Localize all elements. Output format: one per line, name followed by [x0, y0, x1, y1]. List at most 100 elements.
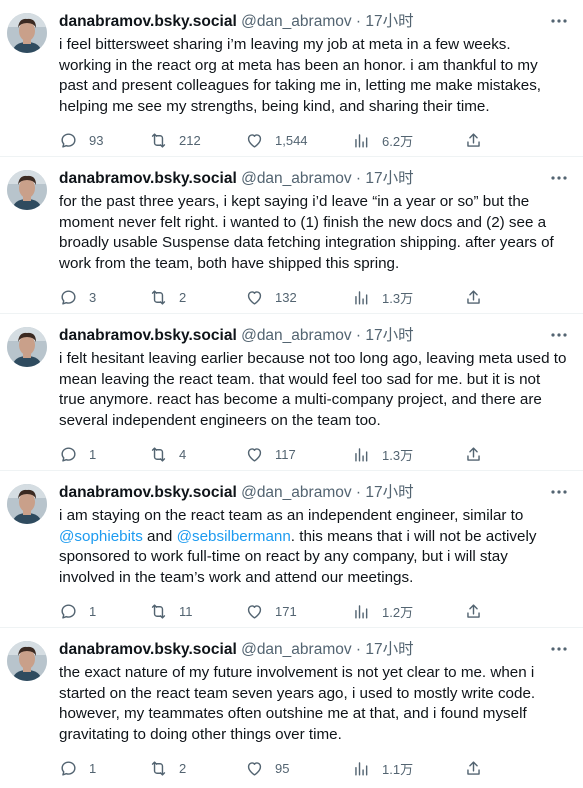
- like-button[interactable]: 95: [245, 758, 289, 778]
- user-handle[interactable]: @dan_abramov: [241, 327, 352, 344]
- tweet-text: the exact nature of my future involvemen…: [59, 663, 577, 745]
- reply-count: 93: [89, 132, 104, 148]
- avatar[interactable]: [7, 327, 47, 367]
- tweet-text-segment: the exact nature of my future involvemen…: [59, 664, 536, 743]
- tweet-text: for the past three years, i kept saying …: [59, 192, 577, 274]
- timestamp[interactable]: 17小时: [365, 170, 413, 187]
- retweet-count: 4: [179, 446, 187, 462]
- retweet-count: 212: [179, 132, 201, 148]
- user-handle[interactable]: @dan_abramov: [241, 484, 352, 501]
- reply-icon: [61, 446, 76, 462]
- reply-button[interactable]: 1: [59, 758, 96, 778]
- timestamp[interactable]: 17小时: [365, 13, 413, 30]
- tweet[interactable]: danabramov.bsky.social @dan_abramov · 17…: [0, 157, 583, 314]
- reply-count: 1: [89, 446, 97, 462]
- reply-button[interactable]: 3: [59, 287, 96, 307]
- retweet-button[interactable]: 11: [149, 601, 193, 621]
- more-dots-icon[interactable]: [549, 326, 569, 346]
- view-count: 6.2万: [382, 133, 414, 149]
- views-button[interactable]: 6.2万: [352, 130, 413, 150]
- tweet-header: danabramov.bsky.social @dan_abramov · 17…: [59, 325, 414, 347]
- tweet[interactable]: danabramov.bsky.social @dan_abramov · 17…: [0, 0, 583, 157]
- share-button[interactable]: [464, 758, 483, 778]
- like-count: 95: [275, 760, 290, 776]
- user-handle[interactable]: @dan_abramov: [241, 13, 352, 30]
- more-dots-icon[interactable]: [549, 12, 569, 32]
- view-count: 1.1万: [382, 761, 414, 777]
- timestamp[interactable]: 17小时: [365, 484, 413, 501]
- retweet-icon: [151, 289, 166, 305]
- tweet-text-segment: i am staying on the react team as an ind…: [59, 507, 524, 524]
- share-button[interactable]: [464, 444, 483, 464]
- tweet[interactable]: danabramov.bsky.social @dan_abramov · 17…: [0, 628, 583, 785]
- heart-icon: [247, 447, 262, 462]
- like-count: 132: [275, 289, 297, 305]
- share-icon: [467, 289, 480, 304]
- tweet[interactable]: danabramov.bsky.social @dan_abramov · 17…: [0, 471, 583, 628]
- display-name[interactable]: danabramov.bsky.social: [59, 641, 237, 658]
- avatar[interactable]: [7, 484, 47, 524]
- share-button[interactable]: [464, 601, 483, 621]
- display-name[interactable]: danabramov.bsky.social: [59, 484, 237, 501]
- timestamp[interactable]: 17小时: [365, 327, 413, 344]
- like-button[interactable]: 117: [245, 444, 296, 464]
- separator-dot: ·: [355, 327, 362, 344]
- timestamp[interactable]: 17小时: [365, 641, 413, 658]
- display-name[interactable]: danabramov.bsky.social: [59, 327, 237, 344]
- share-icon: [467, 760, 480, 775]
- tweet-actions: 3 2 132 1.3万: [59, 287, 489, 307]
- more-dots-icon[interactable]: [549, 483, 569, 503]
- reply-count: 1: [89, 603, 97, 619]
- tweet[interactable]: danabramov.bsky.social @dan_abramov · 17…: [0, 314, 583, 471]
- share-button[interactable]: [464, 130, 483, 150]
- reply-icon: [61, 603, 76, 619]
- retweet-icon: [151, 132, 166, 148]
- reply-icon: [61, 132, 76, 148]
- views-button[interactable]: 1.3万: [352, 287, 413, 307]
- tweet-text-segment: for the past three years, i kept saying …: [59, 193, 554, 272]
- retweet-icon: [151, 760, 166, 776]
- retweet-button[interactable]: 4: [149, 444, 186, 464]
- share-button[interactable]: [464, 287, 483, 307]
- more-dots-icon[interactable]: [549, 640, 569, 660]
- views-button[interactable]: 1.2万: [352, 601, 413, 621]
- tweet-header: danabramov.bsky.social @dan_abramov · 17…: [59, 482, 414, 504]
- display-name[interactable]: danabramov.bsky.social: [59, 170, 237, 187]
- views-button[interactable]: 1.1万: [352, 758, 413, 778]
- display-name[interactable]: danabramov.bsky.social: [59, 13, 237, 30]
- like-count: 117: [275, 446, 296, 462]
- views-button[interactable]: 1.3万: [352, 444, 413, 464]
- like-button[interactable]: 1,544: [245, 130, 308, 150]
- reply-button[interactable]: 1: [59, 601, 96, 621]
- tweet-text: i feel bittersweet sharing i’m leaving m…: [59, 35, 577, 117]
- heart-icon: [247, 604, 262, 619]
- like-button[interactable]: 132: [245, 287, 297, 307]
- tweet-header: danabramov.bsky.social @dan_abramov · 17…: [59, 11, 414, 33]
- like-button[interactable]: 171: [245, 601, 297, 621]
- avatar[interactable]: [7, 170, 47, 210]
- avatar[interactable]: [7, 641, 47, 681]
- heart-icon: [247, 761, 262, 776]
- retweet-button[interactable]: 2: [149, 758, 186, 778]
- mention-link[interactable]: @sebsilbermann: [177, 528, 291, 545]
- view-count: 1.3万: [382, 447, 414, 463]
- reply-icon: [61, 760, 76, 776]
- user-handle[interactable]: @dan_abramov: [241, 170, 352, 187]
- user-handle[interactable]: @dan_abramov: [241, 641, 352, 658]
- tweet-actions: 93 212 1,544 6.2万: [59, 130, 489, 150]
- tweet-header: danabramov.bsky.social @dan_abramov · 17…: [59, 639, 414, 661]
- tweet-text: i am staying on the react team as an ind…: [59, 506, 577, 588]
- mention-link[interactable]: @sophiebits: [59, 528, 143, 545]
- tweet-text-segment: and: [142, 527, 177, 545]
- share-icon: [467, 603, 480, 618]
- more-dots-icon[interactable]: [549, 169, 569, 189]
- avatar[interactable]: [7, 13, 47, 53]
- tweet-text: i felt hesitant leaving earlier because …: [59, 349, 577, 431]
- heart-icon: [247, 133, 262, 148]
- retweet-button[interactable]: 212: [149, 130, 201, 150]
- reply-button[interactable]: 1: [59, 444, 96, 464]
- separator-dot: ·: [355, 13, 362, 30]
- reply-button[interactable]: 93: [59, 130, 103, 150]
- tweet-text-segment: i feel bittersweet sharing i’m leaving m…: [59, 36, 542, 115]
- retweet-button[interactable]: 2: [149, 287, 186, 307]
